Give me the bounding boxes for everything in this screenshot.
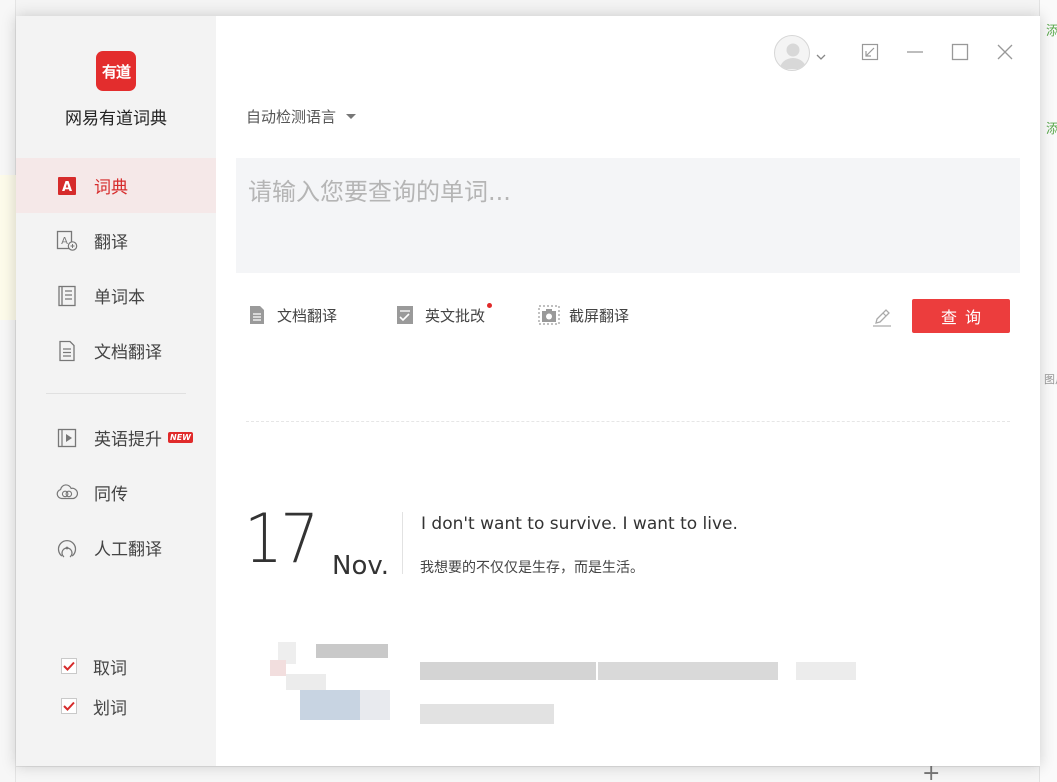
compact-mode-button[interactable] [858,40,882,64]
maximize-icon [951,43,969,61]
doc-translate-button[interactable]: 文档翻译 [246,304,337,326]
background-right-panel: 添加 添加 图片 [1039,0,1057,782]
handwriting-button[interactable] [870,305,894,329]
banner-text-blur [420,662,596,680]
pen-icon [873,309,891,327]
search-button[interactable]: 查询 [912,299,1010,333]
sidebar-divider [46,393,186,394]
option-label: 取词 [93,658,127,679]
sidebar-item-translate[interactable]: A 翻译 [16,213,216,268]
screenshot-translate-label: 截屏翻译 [569,306,630,325]
document-icon [246,304,268,326]
pick-word-checkbox[interactable] [61,658,77,674]
background-bottom-bar [16,766,1039,782]
option-select-word[interactable]: 划词 [61,686,127,726]
sidebar-nav-secondary: 英语提升 NEW 同传 人工翻译 [16,410,216,575]
daily-divider [402,512,403,574]
sidebar-item-label: 翻译 [94,233,128,253]
sidebar-item-wordbook[interactable]: 单词本 [16,268,216,323]
human-translate-icon [56,537,78,559]
screenshot-translate-button[interactable]: 截屏翻译 [538,304,629,326]
daily-quote-english[interactable]: I don't want to survive. I want to live. [421,514,738,534]
banner-image [360,690,390,720]
sidebar-item-label: 文档翻译 [94,343,162,363]
close-button[interactable] [993,40,1017,64]
sidebar-item-english-improve[interactable]: 英语提升 NEW [16,410,216,465]
sidebar-item-dictionary[interactable]: A 词典 [16,158,216,213]
background-add-text-1: 添加 [1046,24,1057,39]
caret-down-icon [346,114,357,119]
minimize-icon [907,51,923,53]
app-logo-text: 有道 [101,62,131,81]
option-pick-word[interactable]: 取词 [61,646,127,686]
sidebar-item-simultaneous[interactable]: 同传 [16,465,216,520]
sidebar-item-label: 同传 [94,485,128,505]
sidebar-item-label: 英语提升 [94,430,162,450]
banner-image [300,690,360,720]
daily-day: 17 [244,500,319,579]
background-add-text-2: 添加 [1046,122,1057,137]
camera-icon [538,304,560,326]
maximize-button[interactable] [948,40,972,64]
banner-text-blur [796,662,856,680]
chevron-down-icon[interactable] [816,46,826,65]
video-icon [56,427,78,449]
sidebar-item-label: 词典 [94,178,128,198]
sidebar-item-label: 人工翻译 [94,540,162,560]
wordbook-icon [56,285,78,307]
banner-image [270,660,286,676]
minimize-button[interactable] [903,40,927,64]
option-label: 划词 [93,698,127,719]
daily-quote-chinese: 我想要的不仅仅是生存，而是生活。 [420,560,644,576]
section-divider [246,421,1010,422]
banner-text-blur [420,704,554,724]
dictionary-icon: A [56,175,78,197]
ad-banner[interactable] [266,634,866,726]
checklist-icon [394,304,416,326]
essay-correct-label: 英文批改 [425,306,486,325]
svg-text:A: A [62,180,72,195]
essay-correct-label-wrap: 英文批改 [425,302,493,326]
shrink-icon [861,43,879,61]
sidebar-nav: A 词典 A 翻译 单词本 文档翻译 [16,158,216,378]
select-word-checkbox[interactable] [61,698,77,714]
avatar-icon [780,43,806,69]
app-name: 网易有道词典 [65,109,167,129]
sidebar-item-label: 单词本 [94,288,145,308]
language-select-label: 自动检测语言 [246,108,337,126]
essay-correct-button[interactable]: 英文批改 [394,302,493,326]
sidebar-options: 取词 划词 [61,646,127,726]
notification-dot [487,302,493,308]
svg-text:A: A [61,236,68,247]
background-highlight [0,175,16,320]
user-avatar[interactable] [774,35,810,71]
doc-translate-label: 文档翻译 [277,306,338,325]
new-badge: NEW [168,432,193,443]
language-select[interactable]: 自动检测语言 [246,106,357,127]
banner-text-blur [598,662,778,680]
background-image-text: 图片 [1044,373,1057,386]
sidebar-item-human-translate[interactable]: 人工翻译 [16,520,216,575]
close-icon [997,44,1013,60]
app-logo: 有道 [96,51,136,91]
daily-month: Nov. [332,551,389,581]
sidebar-item-document[interactable]: 文档翻译 [16,323,216,378]
background-left-panel [0,0,16,782]
simultaneous-icon [56,482,78,504]
sidebar: 有道 网易有道词典 A 词典 A 翻译 单词本 文档翻译 英语提升 NEW 同传… [16,16,216,766]
banner-image [316,644,388,658]
document-icon [56,340,78,362]
translate-icon: A [56,230,78,252]
banner-image [286,674,326,690]
query-input[interactable] [236,158,1020,273]
dictionary-window: 有道 网易有道词典 A 词典 A 翻译 单词本 文档翻译 英语提升 NEW 同传… [16,16,1040,766]
